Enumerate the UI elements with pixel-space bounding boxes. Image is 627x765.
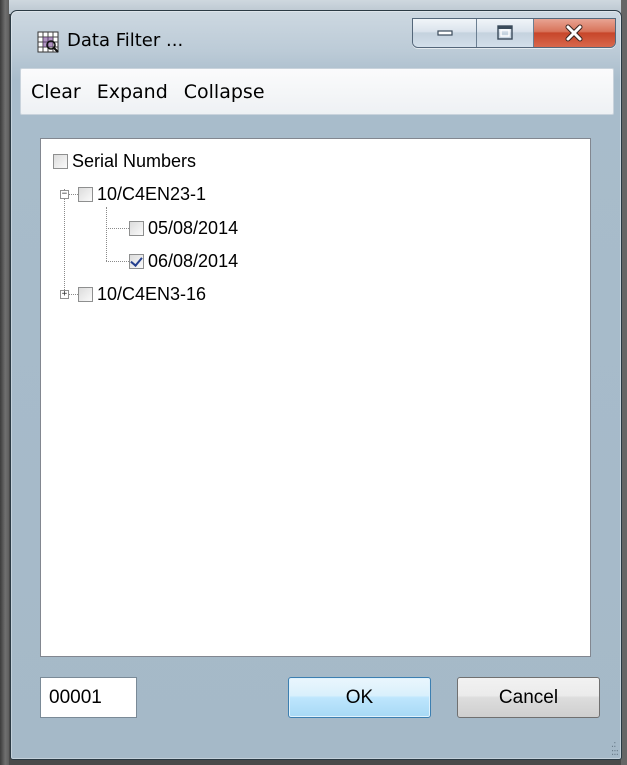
maximize-button[interactable] xyxy=(477,19,534,47)
tree-node-label: 10/C4EN3-16 xyxy=(97,283,207,304)
root-checkbox[interactable] xyxy=(53,153,68,169)
record-count-field[interactable]: 00001 xyxy=(40,677,137,718)
collapse-icon[interactable]: − xyxy=(60,190,69,199)
tree-node-label: 10/C4EN23-1 xyxy=(97,183,207,204)
serial-2-checkbox[interactable] xyxy=(78,286,93,302)
menu-expand[interactable]: Expand xyxy=(95,79,170,105)
minimize-icon xyxy=(437,30,453,36)
filter-grid-icon xyxy=(37,31,59,53)
expand-icon[interactable]: + xyxy=(60,290,69,299)
tree-root[interactable]: Serial Numbers xyxy=(53,150,196,172)
date-2-checkbox[interactable] xyxy=(129,253,144,269)
menu-collapse[interactable]: Collapse xyxy=(182,79,267,105)
tree-root-label: Serial Numbers xyxy=(72,150,197,171)
tree-connector xyxy=(64,189,65,294)
serial-tree-view[interactable]: Serial Numbers − 10/C4EN23-1 05/08/2014 … xyxy=(40,138,591,657)
date-1-checkbox[interactable] xyxy=(129,220,144,236)
window-title: Data Filter ... xyxy=(67,30,184,51)
cancel-button[interactable]: Cancel xyxy=(457,677,600,718)
tree-leaf-date-2[interactable]: 06/08/2014 xyxy=(129,250,238,272)
window-controls xyxy=(412,18,616,48)
maximize-icon xyxy=(497,25,513,40)
tree-leaf-label: 06/08/2014 xyxy=(148,250,239,271)
close-button[interactable] xyxy=(533,19,615,47)
minimize-button[interactable] xyxy=(413,19,478,47)
menu-bar: Clear Expand Collapse xyxy=(20,68,614,115)
tree-leaf-label: 05/08/2014 xyxy=(148,217,239,238)
menu-clear[interactable]: Clear xyxy=(29,79,83,105)
tree-connector xyxy=(69,294,78,295)
title-bar[interactable]: Data Filter ... xyxy=(11,11,621,69)
background-left-edge xyxy=(0,0,9,765)
serial-1-checkbox[interactable] xyxy=(78,186,93,202)
tree-connector xyxy=(106,207,107,261)
tree-connector xyxy=(69,194,78,195)
tree-leaf-date-1[interactable]: 05/08/2014 xyxy=(129,217,238,239)
tree-connector xyxy=(106,261,129,262)
close-icon xyxy=(565,24,583,42)
tree-node-serial-1[interactable]: 10/C4EN23-1 xyxy=(78,183,206,205)
ok-button[interactable]: OK xyxy=(288,677,431,718)
tree-connector xyxy=(106,228,129,229)
resize-grip-icon[interactable]: .:::: xyxy=(611,740,619,758)
tree-node-serial-2[interactable]: 10/C4EN3-16 xyxy=(78,283,206,305)
data-filter-dialog: Data Filter ... Clear Expand Collapse Se… xyxy=(10,10,622,760)
